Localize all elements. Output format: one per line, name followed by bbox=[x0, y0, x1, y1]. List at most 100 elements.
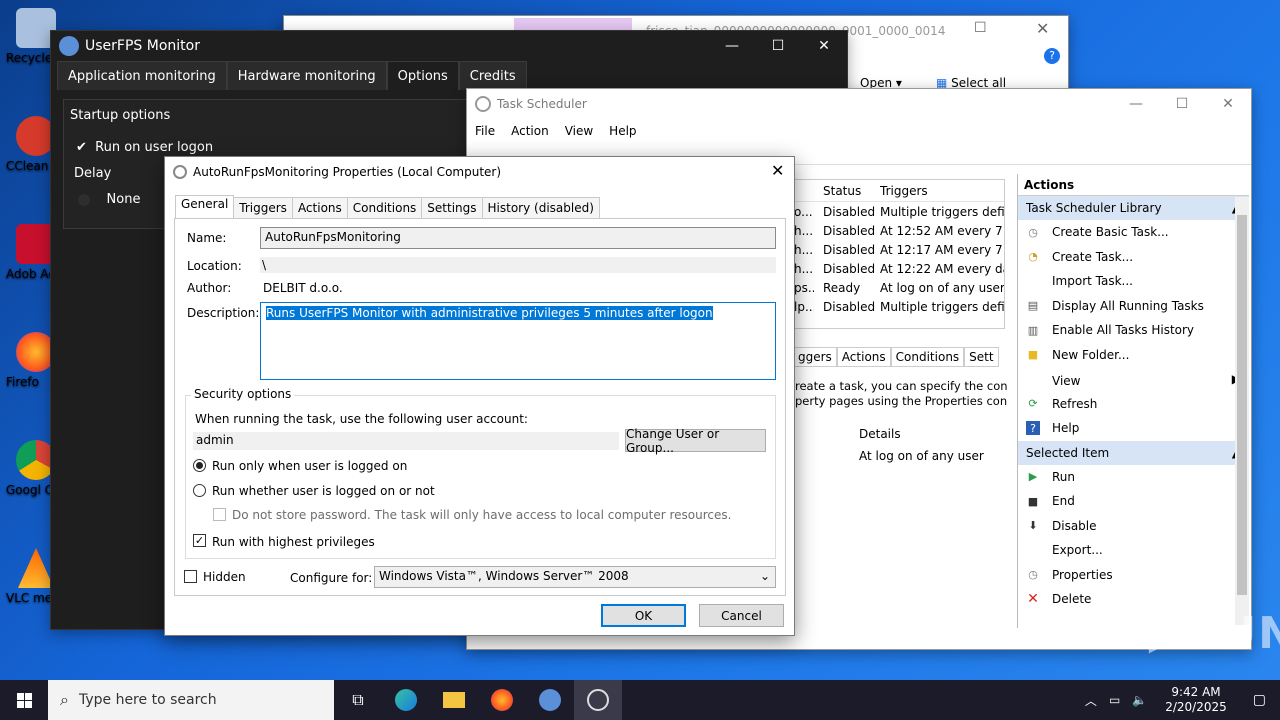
tab-credits[interactable]: Credits bbox=[458, 61, 527, 90]
explorer-close-icon[interactable]: ✕ bbox=[1036, 19, 1049, 38]
action-end[interactable]: ■ End bbox=[1018, 489, 1249, 514]
table-row[interactable]: h... Disabled At 12:17 AM every 7 d bbox=[794, 240, 1004, 259]
tab-general[interactable]: General bbox=[175, 195, 235, 218]
windows-logo-icon bbox=[16, 692, 32, 708]
tab-triggers[interactable]: ggers bbox=[793, 347, 837, 367]
highest-privileges-checkbox[interactable]: ✓ bbox=[193, 534, 206, 547]
do-not-store-password-label: Do not store password. The task will onl… bbox=[232, 508, 732, 522]
actions-pane: Actions Task Scheduler Library▲ ◷Create … bbox=[1017, 174, 1249, 628]
tab-history[interactable]: History (disabled) bbox=[481, 197, 600, 218]
cancel-button[interactable]: Cancel bbox=[699, 604, 784, 627]
close-icon[interactable]: ✕ bbox=[771, 161, 784, 180]
ok-button[interactable]: OK bbox=[601, 604, 686, 627]
task-scheduler-taskbar-icon[interactable] bbox=[574, 680, 622, 720]
configure-for-select[interactable]: Windows Vista™, Windows Server™ 2008 ⌄ bbox=[374, 566, 776, 588]
description-field[interactable]: Runs UserFPS Monitor with administrative… bbox=[260, 302, 776, 380]
tab-triggers[interactable]: Triggers bbox=[233, 197, 293, 218]
action-display-running-tasks[interactable]: ▤ Display All Running Tasks bbox=[1018, 294, 1249, 319]
tab-conditions[interactable]: Conditions bbox=[346, 197, 423, 218]
tab-conditions[interactable]: Conditions bbox=[890, 347, 965, 367]
menu-file[interactable]: File bbox=[475, 124, 495, 138]
action-help[interactable]: ? Help bbox=[1018, 416, 1249, 441]
table-row[interactable]: ps...ReadyAt log on of any user bbox=[794, 278, 1004, 297]
file-explorer-icon[interactable] bbox=[430, 680, 478, 720]
menu-view[interactable]: View bbox=[565, 124, 593, 138]
volume-icon[interactable]: 🔈 bbox=[1126, 693, 1153, 707]
userfps-titlebar[interactable]: UserFPS Monitor — ☐ ✕ bbox=[51, 31, 847, 61]
menu-action[interactable]: Action bbox=[511, 124, 549, 138]
maximize-icon[interactable]: ☐ bbox=[755, 31, 801, 61]
tab-hardware-monitoring[interactable]: Hardware monitoring bbox=[226, 61, 387, 90]
dialog-tabs: General Triggers Actions Conditions Sett… bbox=[175, 195, 600, 218]
table-row[interactable]: h... Disabled At 12:52 AM every 7 d bbox=[794, 221, 1004, 240]
user-account-field: admin bbox=[193, 432, 619, 450]
clock[interactable]: 9:42 AM 2/20/2025 bbox=[1153, 685, 1239, 715]
userfps-taskbar-icon[interactable] bbox=[526, 680, 574, 720]
tab-actions[interactable]: Actions bbox=[836, 347, 891, 367]
run-only-logged-on-radio[interactable] bbox=[193, 459, 206, 472]
end-icon: ■ bbox=[1027, 494, 1039, 508]
hidden-label: Hidden bbox=[203, 570, 246, 584]
action-create-task[interactable]: ◔ Create Task... bbox=[1018, 245, 1249, 270]
action-refresh[interactable]: ⟳ Refresh bbox=[1018, 392, 1249, 417]
action-properties[interactable]: ◷ Properties bbox=[1018, 563, 1249, 588]
run-on-logon-checkbox[interactable]: ✔ Run on user logon bbox=[76, 140, 213, 155]
column-status[interactable]: Status bbox=[823, 184, 880, 198]
chevron-up-icon[interactable]: ︿ bbox=[1079, 692, 1103, 709]
start-button[interactable] bbox=[0, 680, 48, 720]
table-row[interactable]: lp...DisabledMultiple triggers defi bbox=[794, 297, 1004, 316]
action-disable[interactable]: ⬇ Disable bbox=[1018, 514, 1249, 539]
action-create-basic-task[interactable]: ◷ Create Basic Task... bbox=[1018, 220, 1249, 245]
userfps-title: UserFPS Monitor bbox=[85, 38, 200, 54]
table-row[interactable]: h... Disabled At 12:22 AM every da bbox=[794, 259, 1004, 278]
close-icon[interactable]: ✕ bbox=[1205, 89, 1251, 119]
maximize-icon[interactable]: ☐ bbox=[1159, 89, 1205, 119]
action-enable-history[interactable]: ▥ Enable All Tasks History bbox=[1018, 318, 1249, 343]
close-icon[interactable]: ✕ bbox=[801, 31, 847, 61]
task-scheduler-titlebar[interactable]: Task Scheduler — ☐ ✕ bbox=[467, 89, 1251, 119]
hidden-checkbox[interactable] bbox=[184, 570, 197, 583]
system-tray: ︿ ▭ 🔈 9:42 AM 2/20/2025 ▢ bbox=[1079, 680, 1280, 720]
minimize-icon[interactable]: — bbox=[1113, 89, 1159, 119]
run-only-logged-on-label: Run only when user is logged on bbox=[212, 459, 408, 473]
network-icon[interactable]: ▭ bbox=[1103, 693, 1126, 707]
task-list: Status Triggers o... Disabled Multiple tri… bbox=[793, 179, 1005, 329]
task-properties-dialog[interactable]: AutoRunFpsMonitoring Properties (Local C… bbox=[164, 156, 795, 636]
watermark-logo: ANY▷RUN bbox=[1040, 608, 1280, 659]
tab-settings[interactable]: Settings bbox=[421, 197, 483, 218]
explorer-maximize-icon[interactable]: ☐ bbox=[974, 20, 987, 36]
change-user-button[interactable]: Change User or Group... bbox=[625, 427, 766, 455]
table-row[interactable]: o... Disabled Multiple triggers defi bbox=[794, 202, 1004, 221]
task-view-icon[interactable]: ⧉ bbox=[334, 680, 382, 720]
edge-icon[interactable] bbox=[382, 680, 430, 720]
highest-privileges-label: Run with highest privileges bbox=[212, 535, 375, 549]
action-import-task[interactable]: Import Task... bbox=[1018, 269, 1249, 294]
security-options-label: Security options bbox=[191, 387, 295, 401]
action-view[interactable]: View▶ bbox=[1018, 367, 1249, 392]
do-not-store-password-checkbox[interactable] bbox=[213, 508, 226, 521]
group-selected-item[interactable]: Selected Item▲ bbox=[1018, 440, 1249, 465]
search-box[interactable]: ⌕ Type here to search bbox=[48, 680, 334, 720]
menu-help[interactable]: Help bbox=[609, 124, 636, 138]
delay-none-option[interactable]: None bbox=[78, 192, 140, 207]
minimize-icon[interactable]: — bbox=[709, 31, 755, 61]
action-run[interactable]: ▶ Run bbox=[1018, 465, 1249, 490]
properties-icon: ◷ bbox=[1028, 568, 1038, 582]
action-new-folder[interactable]: ■ New Folder... bbox=[1018, 343, 1249, 368]
notification-icon[interactable]: ▢ bbox=[1239, 692, 1280, 708]
action-export[interactable]: Export... bbox=[1018, 538, 1249, 563]
actions-scrollbar[interactable] bbox=[1235, 197, 1249, 625]
clock-time: 9:42 AM bbox=[1171, 685, 1221, 699]
view-icon bbox=[1026, 371, 1040, 385]
tab-application-monitoring[interactable]: Application monitoring bbox=[57, 61, 227, 90]
clock-icon bbox=[475, 96, 491, 112]
tab-options[interactable]: Options bbox=[386, 61, 459, 90]
group-task-scheduler-library[interactable]: Task Scheduler Library▲ bbox=[1018, 196, 1249, 220]
help-icon[interactable]: ? bbox=[1044, 48, 1060, 64]
tab-actions[interactable]: Actions bbox=[291, 197, 348, 218]
column-triggers[interactable]: Triggers bbox=[880, 184, 928, 198]
name-field[interactable]: AutoRunFpsMonitoring bbox=[260, 227, 776, 249]
tab-settings[interactable]: Sett bbox=[964, 347, 999, 367]
firefox-taskbar-icon[interactable] bbox=[478, 680, 526, 720]
run-whether-logged-on-radio[interactable] bbox=[193, 484, 206, 497]
